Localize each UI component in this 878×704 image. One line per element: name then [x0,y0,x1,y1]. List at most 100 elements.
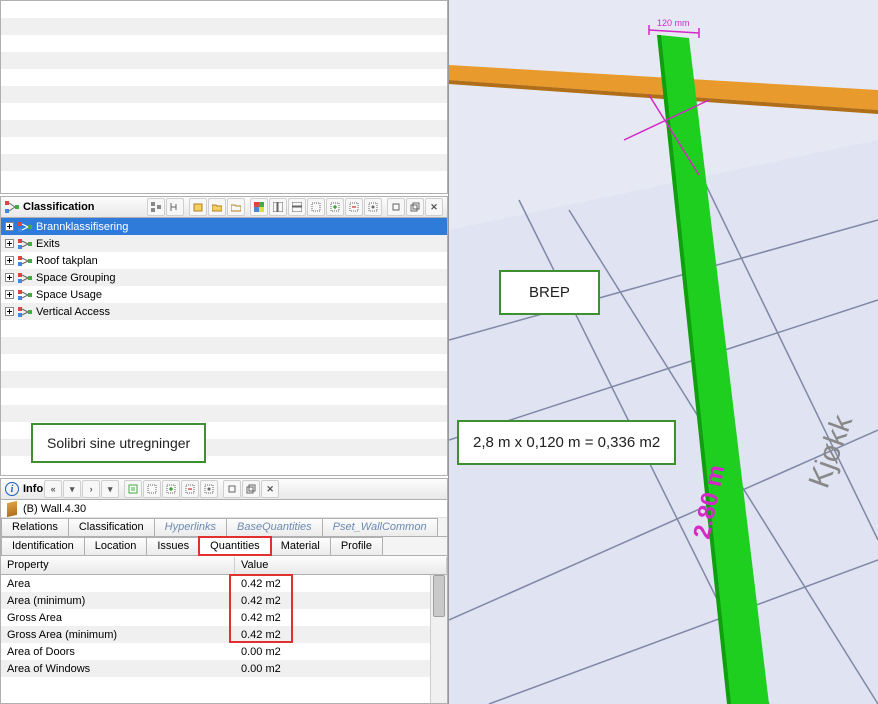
tree-item-label: Brannklassifisering [36,221,128,233]
prop-value: 0.00 m2 [235,646,447,658]
info-minimize-button[interactable] [223,480,241,498]
object-label: (B) Wall.4.30 [23,503,86,515]
prop-value: 0.42 m2 [235,595,447,607]
tree-item-vertical-access[interactable]: Vertical Access [1,303,447,320]
classification-item-icon [18,239,32,249]
prop-name: Area of Windows [1,663,235,675]
annotation-equation: 2,8 m x 0,120 m = 0,336 m2 [457,420,676,465]
property-rows: Area 0.42 m2 Area (minimum) 0.42 m2 Gros… [1,575,447,677]
prop-name: Area of Doors [1,646,235,658]
annotation-brep-text: BREP [529,284,570,301]
expand-icon[interactable] [5,307,14,316]
tab-basequantities[interactable]: BaseQuantities [226,518,323,536]
viewport-svg: 120 mm 2.80 m Kjøkk [449,0,878,704]
tree-item-brannklassifisering[interactable]: Brannklassifisering [1,218,447,235]
classification-item-icon [18,273,32,283]
col-value[interactable]: Value [235,557,447,573]
annotation-solibri: Solibri sine utregninger [31,423,206,463]
expand-icon[interactable] [5,273,14,282]
table-row[interactable]: Gross Area (minimum) 0.42 m2 [1,626,447,643]
table-row[interactable]: Gross Area 0.42 m2 [1,609,447,626]
color-button[interactable] [250,198,268,216]
dim-top-text: 120 mm [657,18,690,28]
tab-issues[interactable]: Issues [146,537,200,555]
tree-item-exits[interactable]: Exits [1,235,447,252]
tree-item-label: Exits [36,238,60,250]
info-restore-button[interactable] [242,480,260,498]
info-close-button[interactable]: ✕ [261,480,279,498]
classification-item-icon [18,290,32,300]
classification-header: Classification ✕ [1,197,447,218]
add-sel-button[interactable] [326,198,344,216]
table-row[interactable]: Area 0.42 m2 [1,575,447,592]
classification-icon [5,201,19,213]
prop-name: Gross Area [1,612,235,624]
classification-panel: Classification ✕ [0,196,448,476]
remove-sel-button[interactable] [345,198,363,216]
nav-next-button[interactable]: › [82,480,100,498]
expand-icon[interactable] [5,222,14,231]
prop-value: 0.42 m2 [235,612,447,624]
scrollbar[interactable] [430,575,447,703]
tree-item-space-grouping[interactable]: Space Grouping [1,269,447,286]
layout1-button[interactable] [269,198,287,216]
tab-relations[interactable]: Relations [1,518,69,536]
new-button[interactable] [189,198,207,216]
classification-item-icon [18,256,32,266]
wall-icon [7,500,17,516]
prop-value: 0.42 m2 [235,578,447,590]
tab-material[interactable]: Material [270,537,331,555]
tree-item-roof[interactable]: Roof takplan [1,252,447,269]
minimize-button[interactable] [387,198,405,216]
select-all-button[interactable] [307,198,325,216]
open-button[interactable] [208,198,226,216]
tabs-row-2: Identification Location Issues Quantitie… [1,537,447,556]
tab-quantities[interactable]: Quantities [199,537,271,555]
nav-prev-button[interactable]: ▾ [63,480,81,498]
property-table: Property Value Area 0.42 m2 Area (minimu… [1,556,447,703]
tree-item-space-usage[interactable]: Space Usage [1,286,447,303]
nav-first-button[interactable]: « [44,480,62,498]
sel-add-button[interactable] [162,480,180,498]
info-panel: i Info « ▾ › ▾ ✕ (B) Wall.4.30 [0,478,448,704]
tree-item-label: Roof takplan [36,255,98,267]
table-row[interactable]: Area of Windows 0.00 m2 [1,660,447,677]
report-button[interactable] [124,480,142,498]
tab-identification[interactable]: Identification [1,537,85,555]
annotation-brep: BREP [499,270,600,315]
restore-button[interactable] [406,198,424,216]
classification-title: Classification [23,201,95,213]
viewport-3d[interactable]: 120 mm 2.80 m Kjøkk BREP 2,8 m x 0,120 m… [449,0,878,704]
sel-remove-button[interactable] [181,480,199,498]
object-row: (B) Wall.4.30 [1,500,447,518]
tab-pset-wallcommon[interactable]: Pset_WallCommon [322,518,438,536]
nav-menu-button[interactable]: ▾ [101,480,119,498]
col-property[interactable]: Property [1,557,235,573]
sel-filter-button[interactable] [200,480,218,498]
tab-location[interactable]: Location [84,537,148,555]
tree-collapse-button[interactable] [166,198,184,216]
recent-button[interactable] [227,198,245,216]
annotation-equation-text: 2,8 m x 0,120 m = 0,336 m2 [473,434,660,451]
expand-icon[interactable] [5,256,14,265]
upper-empty-list [0,0,448,194]
tab-hyperlinks[interactable]: Hyperlinks [154,518,227,536]
tree-item-label: Space Grouping [36,272,116,284]
table-row[interactable]: Area (minimum) 0.42 m2 [1,592,447,609]
classification-item-icon [18,222,32,232]
expand-icon[interactable] [5,239,14,248]
sel-all-button[interactable] [143,480,161,498]
tree-item-label: Space Usage [36,289,102,301]
tree-item-label: Vertical Access [36,306,110,318]
property-table-header: Property Value [1,556,447,575]
tree-expand-button[interactable] [147,198,165,216]
close-button[interactable]: ✕ [425,198,443,216]
expand-icon[interactable] [5,290,14,299]
tab-classification[interactable]: Classification [68,518,155,536]
layout2-button[interactable] [288,198,306,216]
tabs-row-1: Relations Classification Hyperlinks Base… [1,518,447,537]
filter-button[interactable] [364,198,382,216]
table-row[interactable]: Area of Doors 0.00 m2 [1,643,447,660]
prop-name: Area (minimum) [1,595,235,607]
tab-profile[interactable]: Profile [330,537,383,555]
